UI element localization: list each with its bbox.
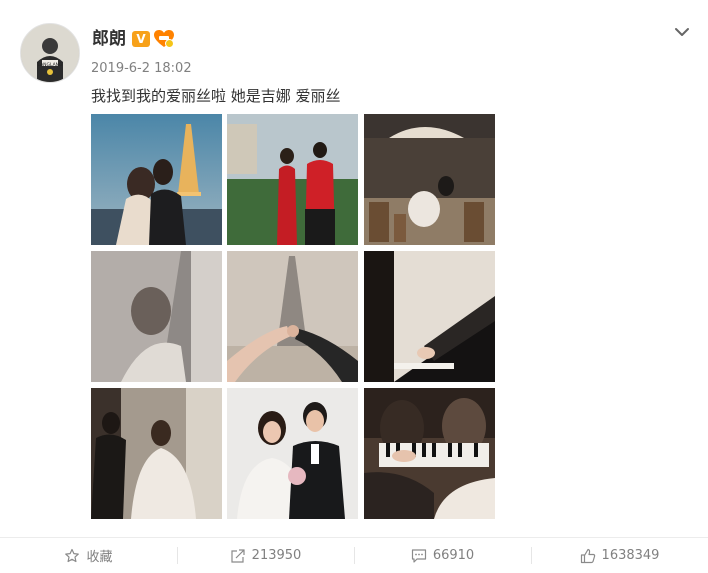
post-text: 我找到我的爱丽丝啦 她是吉娜 爱丽丝 [91,87,341,105]
weibo-post-card: LANGLANG 郎朗 V 2019-6-2 18:02 我找到我的爱丽丝啦 她… [0,0,708,573]
photo-thumbnail[interactable] [364,388,495,519]
avatar[interactable]: LANGLANG [20,23,80,83]
action-bar: 收藏 213950 66910 1638349 [0,537,708,573]
star-icon [64,548,80,564]
author-name[interactable]: 郎朗 [92,27,126,51]
photo-thumbnail[interactable] [91,114,222,245]
comment-button[interactable]: 66910 [354,538,531,573]
photo-thumbnail[interactable] [91,388,222,519]
thumbs-up-icon [580,548,596,564]
photo-grid [91,114,497,520]
photo-thumbnail[interactable] [227,114,358,245]
photo-thumbnail[interactable] [364,114,495,245]
share-arrow-icon [230,548,246,564]
photo-thumbnail[interactable] [227,388,358,519]
post-timestamp[interactable]: 2019-6-2 18:02 [91,61,192,77]
favorite-label: 收藏 [86,550,113,565]
repost-count: 213950 [251,548,302,563]
vip-badge[interactable]: V [132,31,150,47]
favorite-button[interactable]: 收藏 [0,538,177,573]
photo-thumbnail[interactable] [91,251,222,382]
photo-thumbnail[interactable] [227,251,358,382]
chevron-down-icon[interactable] [672,22,692,42]
comment-icon [411,548,427,564]
repost-button[interactable]: 213950 [177,538,354,573]
comment-count: 66910 [432,548,475,563]
like-button[interactable]: 1638349 [531,538,708,573]
fan-badge-icon[interactable] [153,29,175,49]
avatar-logo-text: LANGLANG [37,62,63,68]
like-count: 1638349 [601,548,660,563]
photo-thumbnail[interactable] [364,251,495,382]
